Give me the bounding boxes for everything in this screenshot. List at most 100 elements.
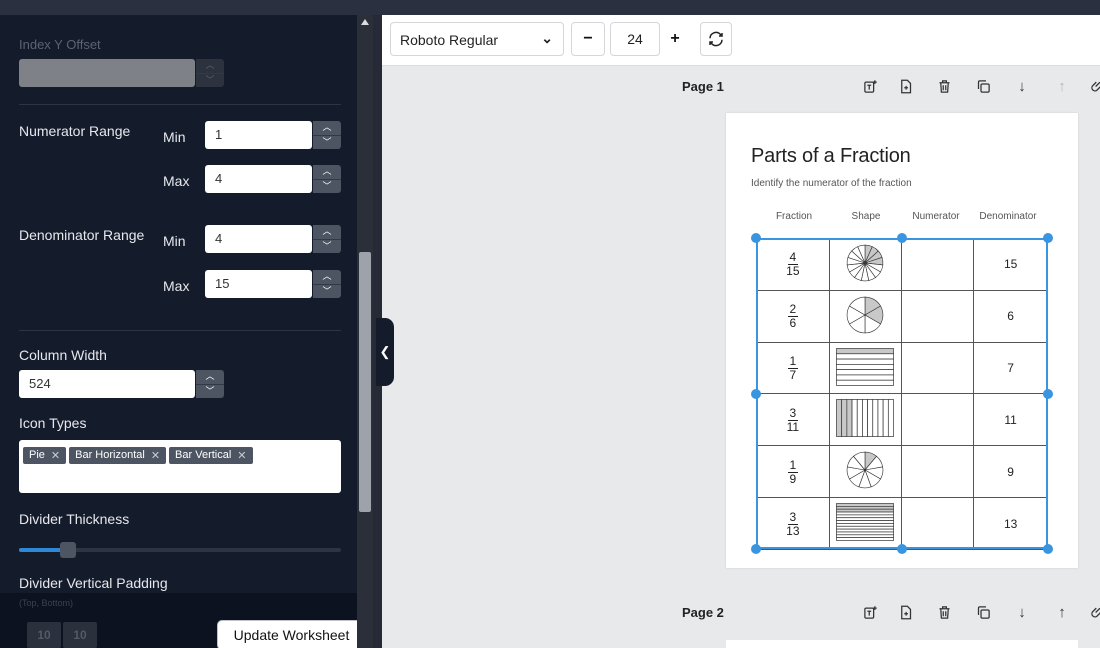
arrow-up-icon: ↑ [1058,603,1066,621]
chevron-down-icon[interactable]: ﹀ [196,383,224,399]
move-down-button[interactable]: ↓ [1013,77,1031,95]
resize-handle[interactable] [897,233,907,243]
chevron-down-icon[interactable]: ﹀ [313,283,341,299]
trash-button[interactable] [935,603,953,621]
top-strip [0,0,1100,15]
clip-button[interactable] [1088,77,1100,95]
move-down-button[interactable]: ↓ [1013,603,1031,621]
editor-toolbar: Roboto Regular ⌄ − 24 + [382,15,1100,66]
denominator-cell: 6 [973,289,1048,343]
numerator-answer-cell[interactable] [900,497,975,550]
denominator-cell: 9 [973,445,1048,499]
refresh-button[interactable] [700,22,732,56]
chevron-down-icon[interactable]: ﹀ [313,238,341,254]
denominator-max-stepper[interactable]: ︿ ﹀ [313,270,341,298]
numerator-answer-cell[interactable] [900,238,975,291]
numerator-min-input[interactable]: 1 [205,121,312,149]
resize-handle[interactable] [751,233,761,243]
trash-button[interactable] [935,77,953,95]
denominator-cell: 7 [973,341,1048,395]
add-text-icon [863,79,877,93]
column-width-stepper[interactable]: ︿ ﹀ [196,370,224,398]
numerator-max-input[interactable]: 4 [205,165,312,193]
numerator-answer-cell[interactable] [900,393,975,447]
sidebar-scrollbar[interactable] [357,15,373,648]
icon-type-tag-label: Bar Vertical [175,449,232,461]
font-size-input[interactable]: 24 [610,22,660,56]
remove-tag-icon[interactable]: ✕ [237,449,246,462]
fraction-table[interactable]: 4 15 15 26 6 17 7 3 11 11 19 9 3 13 13 [756,238,1048,550]
add-text-button[interactable] [861,77,879,95]
icon-type-tag[interactable]: Pie ✕ [23,446,67,464]
table-row: 26 6 [756,289,1048,343]
resize-handle[interactable] [897,544,907,554]
chevron-down-icon[interactable]: ﹀ [313,134,341,150]
decrease-size-button[interactable]: − [571,22,605,56]
numerator-answer-cell[interactable] [900,289,975,343]
trash-icon [939,79,949,93]
table-row: 3 13 13 [756,497,1048,550]
scroll-up-icon[interactable] [361,19,369,25]
icon-type-tag[interactable]: Bar Vertical ✕ [169,446,253,464]
move-up-button[interactable]: ↑ [1053,603,1071,621]
numerator-answer-cell[interactable] [900,341,975,395]
increase-size-button[interactable]: + [661,22,689,56]
icon-types-label: Icon Types [19,415,87,431]
fraction-numerator: 1 [787,457,799,473]
bar-vertical-shape [836,399,895,438]
scrollbar-thumb[interactable] [359,252,371,512]
update-worksheet-button[interactable]: Update Worksheet [217,620,366,648]
numerator-answer-cell[interactable] [900,445,975,499]
fraction: 4 15 [786,251,799,278]
font-select[interactable]: Roboto Regular ⌄ [390,22,564,56]
numerator-min-stepper[interactable]: ︿ ﹀ [313,121,341,149]
chevron-up-icon[interactable]: ︿ [196,370,224,384]
resize-handle[interactable] [1043,388,1053,399]
padding-top-input[interactable]: 10 [27,622,61,648]
denominator-min-stepper[interactable]: ︿ ﹀ [313,225,341,253]
copy-button[interactable] [974,603,992,621]
fraction-cell: 19 [756,445,830,499]
chevron-up-icon[interactable]: ︿ [313,270,341,284]
resize-handle[interactable] [751,388,761,399]
pie-shape [846,296,884,333]
denominator-min-input[interactable]: 4 [205,225,312,253]
move-up-button[interactable]: ↑ [1053,77,1071,95]
numerator-max-label: Max [163,173,190,189]
remove-tag-icon[interactable]: ✕ [151,449,160,462]
resize-handle[interactable] [751,544,761,554]
column-width-input[interactable]: 524 [19,370,195,398]
numerator-min-label: Min [163,129,186,145]
icon-types-multiselect[interactable]: Pie ✕ Bar Horizontal ✕ Bar Vertical ✕ [19,440,341,493]
add-page-button[interactable] [896,77,914,95]
add-page-button[interactable] [896,603,914,621]
clip-button[interactable] [1088,603,1100,621]
chevron-left-icon[interactable]: ❮ [380,344,391,360]
fraction-denominator: 15 [786,264,800,279]
icon-type-tag-label: Pie [29,449,45,461]
worksheet-title[interactable]: Parts of a Fraction [751,145,911,168]
denominator-max-input[interactable]: 15 [205,270,312,298]
table-row: 4 15 15 [756,238,1048,291]
icon-type-tag[interactable]: Bar Horizontal ✕ [69,446,167,464]
chevron-down-icon[interactable]: ﹀ [313,178,341,194]
denominator-max-label: Max [163,278,190,294]
fraction-numerator: 2 [787,302,799,318]
remove-tag-icon[interactable]: ✕ [51,449,60,462]
chevron-up-icon: ︿ [205,60,215,71]
index-y-offset-label: Index Y Offset [19,37,101,52]
copy-button[interactable] [974,77,992,95]
padding-bottom-input[interactable]: 10 [63,622,97,648]
collapse-sidebar-button[interactable]: ❮ [376,318,394,386]
resize-handle[interactable] [1043,233,1053,243]
worksheet-subtitle[interactable]: Identify the numerator of the fraction [751,178,912,189]
chevron-up-icon[interactable]: ︿ [313,225,341,239]
add-text-button[interactable] [861,603,879,621]
fraction-denominator: 6 [789,316,797,331]
resize-handle[interactable] [1043,544,1053,554]
numerator-max-stepper[interactable]: ︿ ﹀ [313,165,341,193]
divider-thickness-handle[interactable] [60,542,76,558]
chevron-up-icon[interactable]: ︿ [313,121,341,135]
fraction-numerator: 3 [787,509,799,525]
chevron-up-icon[interactable]: ︿ [313,165,341,179]
